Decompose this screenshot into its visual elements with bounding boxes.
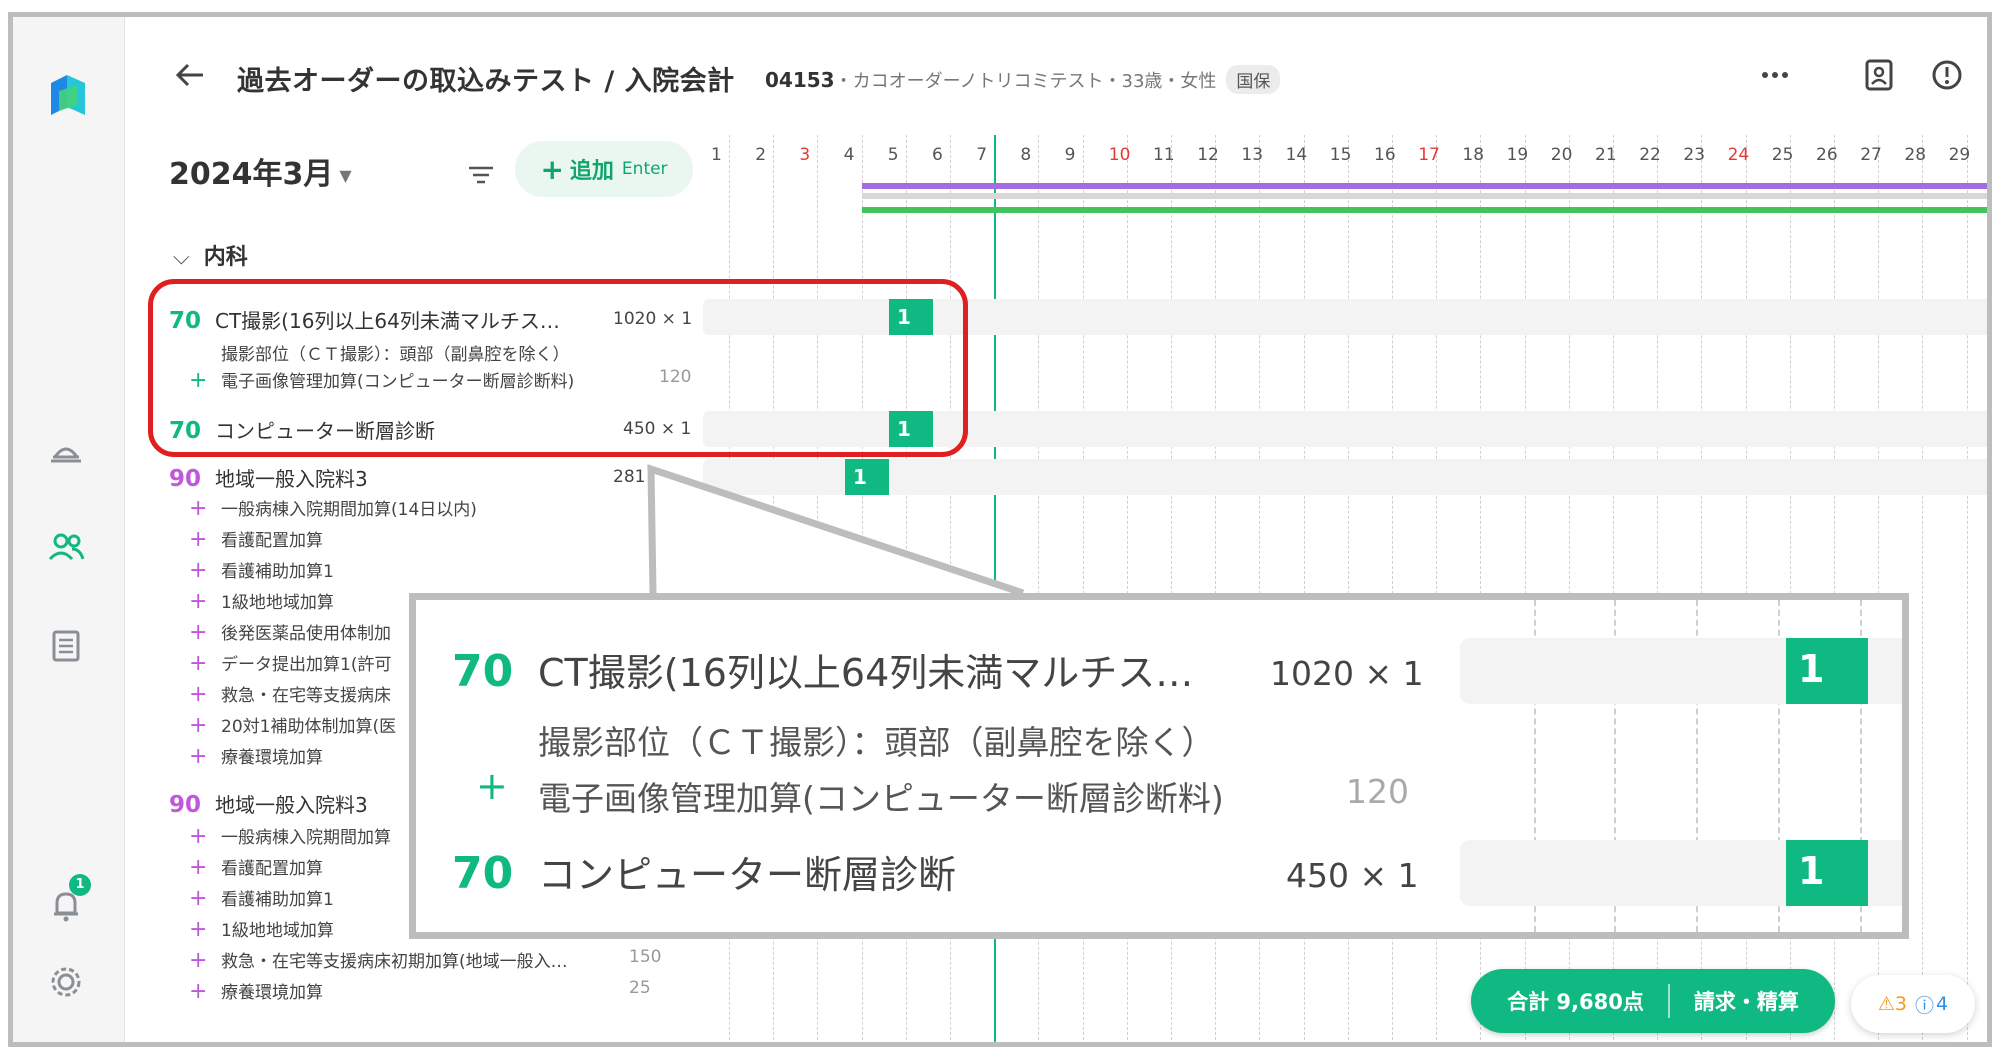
plus-icon: + — [476, 764, 508, 808]
bill-settle-button[interactable]: 合計 9,680点 請求・精算 — [1471, 969, 1835, 1033]
timeline-chip: 1 — [1786, 638, 1868, 704]
zoom-order-row: 70 CT撮影(16列以上64列未満マルチス… — [452, 642, 1193, 697]
total-points: 合計 9,680点 — [1507, 990, 1644, 1014]
info-icon: ⓘ — [1915, 994, 1935, 1017]
order-quantity: 450 × 1 — [1286, 856, 1419, 895]
order-detail: 撮影部位（ＣＴ撮影）：頭部（副鼻腔を除く） — [538, 723, 1215, 762]
zoom-callout-panel: 1 70 CT撮影(16列以上64列未満マルチス… 1020 × 1 撮影部位（Ｃ… — [409, 593, 1909, 939]
bill-label: 請求・精算 — [1693, 990, 1799, 1014]
order-name: コンピューター断層診断 — [538, 853, 957, 897]
addon-name: 電子画像管理加算(コンピューター断層診断料) — [538, 779, 1224, 818]
order-quantity: 1020 × 1 — [1270, 654, 1424, 693]
addon-points: 120 — [1346, 772, 1409, 811]
warning-count: 3 — [1894, 993, 1908, 1015]
warning-icon: ⚠ — [1877, 993, 1895, 1015]
order-points: 70 — [452, 646, 514, 697]
order-name: CT撮影(16列以上64列未満マルチス… — [538, 651, 1194, 695]
alerts-button[interactable]: ⚠ 3 ⓘ 4 — [1851, 975, 1975, 1033]
info-count: 4 — [1936, 993, 1949, 1015]
zoom-order-row: 70 コンピューター断層診断 — [452, 844, 956, 899]
order-points: 70 — [452, 848, 514, 899]
app-window: 1 過去オーダーの取込みテスト / 入院会計 04153・カコオーダーノトリコミ… — [8, 12, 1992, 1047]
divider — [1667, 984, 1670, 1018]
timeline-chip: 1 — [1786, 840, 1868, 906]
